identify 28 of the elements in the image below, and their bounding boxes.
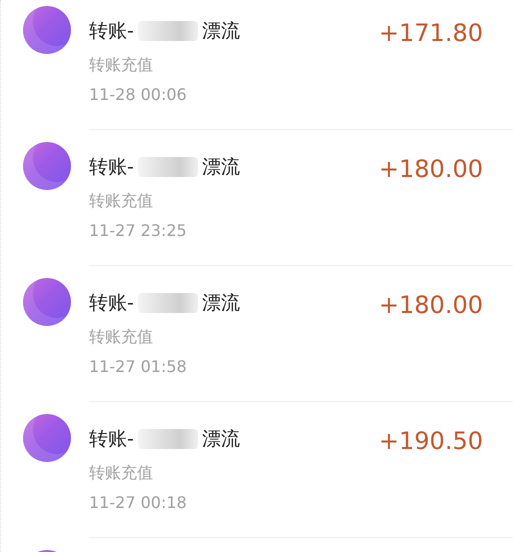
name-suffix: 漂流 <box>202 427 240 452</box>
avatar-icon <box>23 278 71 326</box>
amount: +171.80 <box>378 18 483 48</box>
avatar-icon <box>23 6 71 54</box>
transfer-label: 转账- <box>89 427 134 452</box>
transaction-time: 11-27 23:25 <box>89 220 188 242</box>
transaction-time: 11-27 01:58 <box>89 356 188 378</box>
transfer-label: 转账- <box>89 291 134 316</box>
transfer-label: 转账- <box>89 19 134 44</box>
avatar-icon <box>23 414 71 462</box>
transaction-time: 11-27 00:18 <box>89 492 188 514</box>
transaction-type: 转账充值 <box>89 54 154 76</box>
avatar-icon <box>23 142 71 190</box>
transaction-type: 转账充值 <box>89 326 154 348</box>
blurred-name <box>138 429 198 449</box>
blurred-name <box>138 21 198 41</box>
transfer-label: 转账- <box>89 155 134 180</box>
blurred-name <box>138 157 198 177</box>
name-suffix: 漂流 <box>202 155 240 180</box>
name-suffix: 漂流 <box>202 19 240 44</box>
amount: +180.00 <box>378 154 483 184</box>
amount: +180.00 <box>378 290 483 320</box>
transaction-time: 11-28 00:06 <box>89 84 188 106</box>
transaction-type: 转账充值 <box>89 462 154 484</box>
amount: +190.50 <box>378 426 483 456</box>
blurred-name <box>138 293 198 313</box>
name-suffix: 漂流 <box>202 291 240 316</box>
transaction-type: 转账充值 <box>89 190 154 212</box>
